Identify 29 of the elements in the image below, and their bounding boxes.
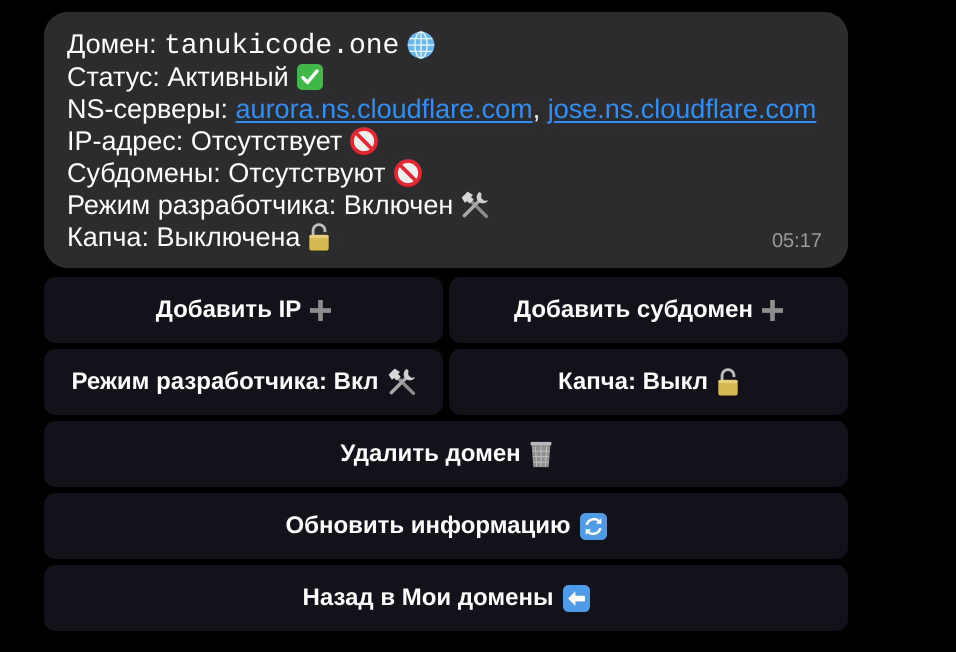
nameserver-link[interactable]: jose.ns.cloudflare.com xyxy=(548,94,816,124)
message-line: IP-адрес: Отсутствует xyxy=(67,125,342,157)
open-padlock-icon xyxy=(717,368,740,396)
message-line: Капча: Выключена xyxy=(67,221,300,253)
keyboard-button[interactable]: Назад в Мои домены xyxy=(44,565,848,631)
message-line: Домен: tanukicode.one xyxy=(67,28,400,62)
message-time: 05:17 xyxy=(772,230,822,252)
hammer-wrench-icon xyxy=(461,191,490,219)
refresh-icon xyxy=(580,512,607,540)
trash-icon xyxy=(530,440,552,468)
nameserver-link[interactable]: aurora.ns.cloudflare.com xyxy=(236,94,533,124)
message-line: NS-серверы: aurora.ns.cloudflare.com, jose.ns.cloudflare.com xyxy=(67,93,816,125)
keyboard-button[interactable]: Обновить информацию xyxy=(44,493,848,559)
keyboard-button[interactable]: Добавить субдомен xyxy=(449,277,848,343)
plus-icon xyxy=(762,300,783,320)
keyboard-button[interactable]: Капча: Выкл xyxy=(449,349,848,415)
plus-icon xyxy=(310,300,332,320)
keyboard-button[interactable]: Добавить IP xyxy=(44,277,443,343)
hammer-wrench-icon xyxy=(388,368,416,396)
globe-icon xyxy=(407,31,436,59)
prohibited-icon xyxy=(394,159,422,187)
keyboard-button[interactable]: Удалить домен xyxy=(44,421,848,487)
keyboard-button[interactable]: Режим разработчика: Вкл xyxy=(44,349,443,415)
check-icon xyxy=(296,64,323,90)
message-line: Субдомены: Отсутствуют xyxy=(67,157,386,189)
message-line: Статус: Активный xyxy=(67,61,289,93)
prohibited-icon xyxy=(350,127,378,155)
open-padlock-icon xyxy=(308,223,330,251)
message-line: Режим разработчика: Включен xyxy=(67,189,454,221)
